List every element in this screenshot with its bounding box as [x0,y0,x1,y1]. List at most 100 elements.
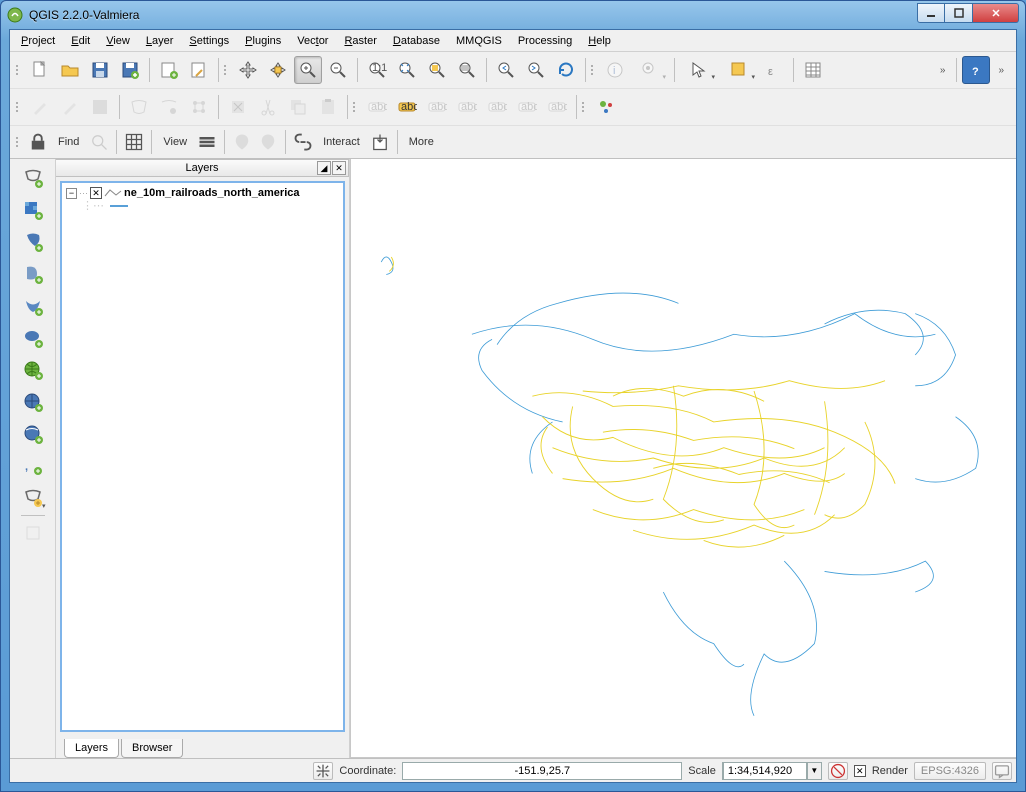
toggle-editing-button[interactable] [56,93,84,121]
toolbar-overflow-button[interactable]: » [934,65,952,76]
identify-button[interactable]: i [601,56,629,84]
composer-manager-button[interactable] [185,56,213,84]
scale-combobox[interactable]: ▼ [722,762,822,780]
new-print-composer-button[interactable] [155,56,183,84]
panel-undock-button[interactable]: ◢ [317,161,331,175]
node-tool-button[interactable] [185,93,213,121]
panel-close-button[interactable]: ✕ [332,161,346,175]
toolbar-overflow-button2[interactable]: » [992,65,1010,76]
zoom-to-selection-button[interactable] [423,56,451,84]
add-mssql-layer-button[interactable] [17,291,49,321]
add-feature-button[interactable] [125,93,153,121]
label-move-button[interactable]: abc [513,93,541,121]
more-label[interactable]: More [403,136,440,148]
pin-b-button[interactable] [256,130,280,154]
open-attr-table-button[interactable] [799,56,827,84]
layers-panel-header[interactable]: Layers ◢ ✕ [56,159,349,177]
add-wms-layer-button[interactable] [17,355,49,385]
delete-selected-button[interactable] [224,93,252,121]
label-settings-button[interactable]: abc [393,93,421,121]
save-project-as-button[interactable] [116,56,144,84]
layer-visibility-checkbox[interactable]: ✕ [90,187,102,199]
current-edits-button[interactable] [26,93,54,121]
lock-button[interactable] [26,130,50,154]
stop-rendering-button[interactable] [828,762,848,780]
find-search-button[interactable] [87,130,111,154]
plugin-button[interactable] [592,93,620,121]
add-raster-layer-button[interactable] [17,195,49,225]
zoom-native-button[interactable]: 1:1 [363,56,391,84]
layer-tree-item[interactable]: − ⋯ ✕ ne_10m_railroads_north_america [66,187,339,199]
new-project-button[interactable] [26,56,54,84]
select-tool-button[interactable] [680,56,718,84]
label-pin-button[interactable]: abc [453,93,481,121]
menu-database[interactable]: Database [386,32,447,50]
zoom-in-button[interactable] [294,56,322,84]
save-project-button[interactable] [86,56,114,84]
add-wcs-layer-button[interactable] [17,387,49,417]
refresh-button[interactable] [552,56,580,84]
zoom-to-layer-button[interactable] [453,56,481,84]
tab-browser[interactable]: Browser [121,739,183,758]
interact-export-button[interactable] [368,130,392,154]
copy-features-button[interactable] [284,93,312,121]
add-wfs-layer-button[interactable] [17,419,49,449]
help-button[interactable]: ? [962,56,990,84]
menu-raster[interactable]: Raster [337,32,383,50]
scale-dropdown-button[interactable]: ▼ [807,763,821,779]
cut-features-button[interactable] [254,93,282,121]
tree-collapse-icon[interactable]: − [66,188,77,199]
menu-help[interactable]: Help [581,32,618,50]
render-checkbox[interactable]: ✕ [854,765,866,777]
menu-processing[interactable]: Processing [511,32,579,50]
deselect-button[interactable] [720,56,758,84]
new-layer-button[interactable] [17,483,49,513]
toolbar-grip[interactable] [582,95,588,119]
layers-panel-body[interactable]: − ⋯ ✕ ne_10m_railroads_north_america ⋮⋯ [60,181,345,732]
toolbar-grip[interactable] [353,95,359,119]
menu-project[interactable]: Project [14,32,62,50]
toggle-extents-button[interactable] [313,762,333,780]
add-spatialite-layer-button[interactable] [17,259,49,289]
label-rotate-button[interactable]: abc [543,93,571,121]
zoom-full-button[interactable] [393,56,421,84]
label-highlight-button[interactable]: abc [423,93,451,121]
zoom-next-button[interactable] [522,56,550,84]
pan-to-selection-button[interactable] [264,56,292,84]
menu-vector[interactable]: Vector [290,32,335,50]
menu-edit[interactable]: Edit [64,32,97,50]
toolbar-grip[interactable] [591,58,597,82]
menu-view[interactable]: View [99,32,137,50]
menu-mmqgis[interactable]: MMQGIS [449,32,509,50]
open-project-button[interactable] [56,56,84,84]
toolbar-grip[interactable] [16,130,22,154]
identify-dropdown-button[interactable] [631,56,669,84]
expression-button[interactable]: ε [760,56,788,84]
add-delimited-text-button[interactable]: , [17,451,49,481]
view-layers-button[interactable] [195,130,219,154]
coordinate-input[interactable] [402,762,682,780]
grid-button[interactable] [122,130,146,154]
minimize-button[interactable] [917,3,945,23]
toolbar-grip[interactable] [16,95,22,119]
maximize-button[interactable] [945,3,973,23]
remove-layer-button[interactable] [17,518,49,548]
menu-plugins[interactable]: Plugins [238,32,288,50]
toolbar-grip[interactable] [224,58,230,82]
zoom-last-button[interactable] [492,56,520,84]
titlebar[interactable]: QGIS 2.2.0-Valmiera [1,1,1025,29]
paste-features-button[interactable] [314,93,342,121]
add-postgis-layer-button[interactable] [17,227,49,257]
layer-name[interactable]: ne_10m_railroads_north_america [124,187,299,199]
layer-symbology-item[interactable]: ⋮⋯ [82,199,339,212]
pan-button[interactable] [234,56,262,84]
label-show-button[interactable]: abc [483,93,511,121]
add-oracle-layer-button[interactable] [17,323,49,353]
save-edits-button[interactable] [86,93,114,121]
scale-input[interactable] [723,762,807,780]
menu-settings[interactable]: Settings [182,32,236,50]
menu-layer[interactable]: Layer [139,32,181,50]
close-button[interactable] [973,3,1019,23]
zoom-out-button[interactable] [324,56,352,84]
messages-button[interactable] [992,762,1012,780]
